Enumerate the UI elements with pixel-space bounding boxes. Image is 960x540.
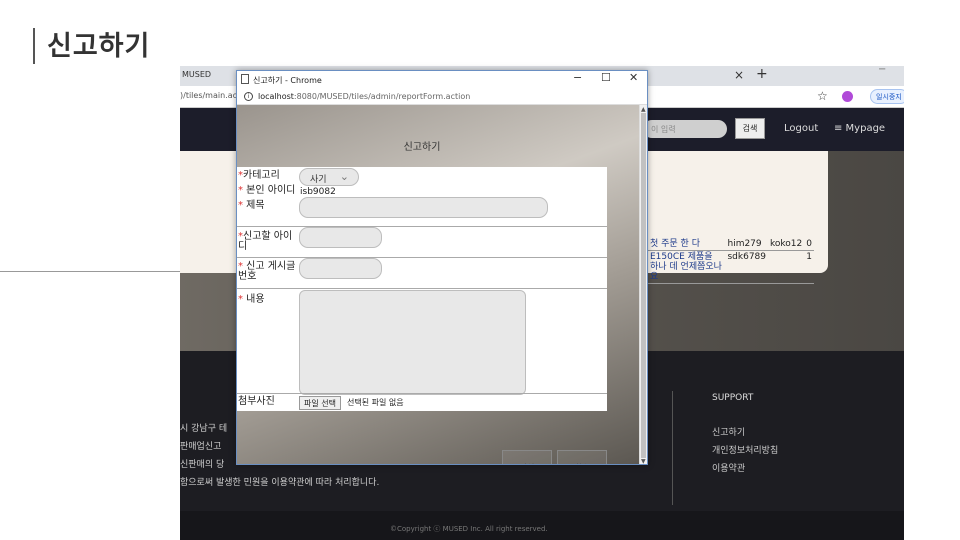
slide: 신고하기 MUSED × + − )/tiles/main.ac ☆ 일시중지 … bbox=[0, 0, 960, 540]
report-popup-window: 신고하기 - Chrome − ☐ ✕ i localhost:8080/MUS… bbox=[236, 70, 648, 465]
my-id-label-text: 본인 아이디 bbox=[243, 185, 296, 196]
table-cell-count: 0 bbox=[804, 238, 814, 251]
post-no-input[interactable] bbox=[299, 258, 382, 279]
form-row-target-id: *신고할 아이디 bbox=[237, 227, 607, 258]
content-textarea[interactable] bbox=[299, 290, 526, 395]
report-table: 첫 주문 한 다 him279 koko12 0 E150CE 제품을 하나 데… bbox=[648, 238, 814, 284]
file-select-button[interactable]: 파일 선택 bbox=[299, 396, 341, 410]
category-label-text: 카테고리 bbox=[243, 170, 280, 181]
popup-content: 신고하기 *카테고리 사기 ⌄ * 본인 아이디 isb9082 * 제목 *신 bbox=[237, 105, 639, 464]
extension-icon[interactable] bbox=[842, 91, 853, 102]
table-cell-user: him279 bbox=[725, 238, 769, 251]
file-status-text: 선택된 파일 없음 bbox=[347, 398, 404, 407]
site-search-input[interactable]: 이 입력 bbox=[643, 120, 727, 138]
info-icon[interactable]: i bbox=[244, 92, 253, 101]
content-label: * 내용 bbox=[238, 295, 265, 305]
cancel-button[interactable]: 취소 bbox=[557, 450, 607, 464]
bookmark-star-icon[interactable]: ☆ bbox=[817, 89, 828, 103]
table-cell-user: sdk6789 bbox=[725, 250, 769, 284]
paused-badge[interactable]: 일시중지 bbox=[870, 89, 904, 104]
scroll-up-icon[interactable]: ▲ bbox=[641, 106, 646, 113]
footer-address: 시 강남구 테 bbox=[180, 424, 228, 434]
footer-business: 판매업신고 bbox=[180, 442, 222, 452]
subject-label: * 제목 bbox=[238, 201, 265, 211]
slide-title: 신고하기 bbox=[47, 31, 151, 62]
subject-input[interactable] bbox=[299, 197, 548, 218]
popup-minimize-button[interactable]: − bbox=[573, 71, 582, 84]
footer-policy-text: 함으로써 발생한 민원을 이용약관에 따라 처리합니다. bbox=[180, 478, 380, 488]
popup-address-bar[interactable]: i localhost:8080/MUSED/tiles/admin/repor… bbox=[237, 89, 647, 105]
title-accent-bar bbox=[33, 28, 35, 64]
target-id-input[interactable] bbox=[299, 227, 382, 248]
popup-maximize-button[interactable]: ☐ bbox=[601, 71, 611, 84]
table-cell-target: koko12 bbox=[768, 238, 805, 251]
support-report-link[interactable]: 신고하기 bbox=[712, 425, 745, 438]
table-cell-count: 1 bbox=[804, 250, 814, 284]
category-select-value: 사기 bbox=[310, 175, 327, 185]
table-cell-title[interactable]: E150CE 제품을 하나 데 언제쯤오나요 bbox=[648, 250, 726, 284]
support-privacy-link[interactable]: 개인정보처리방침 bbox=[712, 443, 778, 456]
form-heading: 신고하기 bbox=[403, 142, 441, 153]
category-label: *카테고리 bbox=[238, 171, 280, 181]
form-row-post-no: * 신고 게시글번호 bbox=[237, 258, 607, 289]
table-cell-target bbox=[768, 250, 805, 284]
popup-window-title: 신고하기 - Chrome bbox=[253, 76, 322, 85]
popup-url[interactable]: localhost:8080/MUSED/tiles/admin/reportF… bbox=[258, 92, 470, 101]
popup-url-host: localhost bbox=[258, 92, 294, 101]
tab-close-icon[interactable]: × bbox=[734, 68, 744, 82]
post-no-label-text: 신고 게시글번호 bbox=[238, 261, 296, 282]
attachment-label: 첨부사진 bbox=[238, 396, 275, 407]
popup-titlebar[interactable]: 신고하기 - Chrome − ☐ ✕ bbox=[237, 71, 647, 89]
scroll-down-icon[interactable]: ▼ bbox=[641, 458, 646, 464]
category-select[interactable]: 사기 ⌄ bbox=[299, 168, 359, 186]
subject-label-text: 제목 bbox=[243, 200, 265, 211]
my-id-value: isb9082 bbox=[300, 187, 336, 197]
site-search-button[interactable]: 검색 bbox=[735, 118, 765, 139]
background-tab[interactable]: MUSED bbox=[180, 66, 213, 86]
target-id-label-text: 신고할 아이디 bbox=[238, 231, 293, 252]
background-url[interactable]: )/tiles/main.ac bbox=[180, 91, 237, 100]
logout-link[interactable]: Logout bbox=[784, 123, 818, 134]
table-row[interactable]: E150CE 제품을 하나 데 언제쯤오나요 sdk6789 1 bbox=[648, 250, 814, 284]
form-row-basic: *카테고리 사기 ⌄ * 본인 아이디 isb9082 * 제목 bbox=[237, 167, 607, 227]
support-terms-link[interactable]: 이용약관 bbox=[712, 461, 745, 474]
document-icon bbox=[241, 74, 249, 84]
content-label-text: 내용 bbox=[243, 294, 265, 305]
mypage-link[interactable]: ≡ Mypage bbox=[834, 123, 885, 134]
minimize-icon[interactable]: − bbox=[878, 66, 886, 75]
new-tab-icon[interactable]: + bbox=[756, 66, 768, 82]
support-heading: SUPPORT bbox=[712, 393, 754, 403]
target-id-label: *신고할 아이디 bbox=[238, 232, 300, 252]
copyright-bar: ©Copyright ⓒ MUSED Inc. All right reserv… bbox=[180, 511, 904, 540]
form-row-attachment: 첨부사진 파일 선택 선택된 파일 없음 bbox=[237, 393, 607, 411]
popup-close-button[interactable]: ✕ bbox=[629, 71, 638, 84]
table-row[interactable]: 첫 주문 한 다 him279 koko12 0 bbox=[648, 238, 814, 251]
popup-url-path: :8080/MUSED/tiles/admin/reportForm.actio… bbox=[293, 92, 471, 101]
copyright-text: ©Copyright ⓒ MUSED Inc. All right reserv… bbox=[390, 525, 548, 533]
left-divider bbox=[0, 271, 182, 272]
my-id-label: * 본인 아이디 bbox=[238, 186, 295, 196]
post-no-label: * 신고 게시글번호 bbox=[238, 262, 300, 282]
popup-scrollbar[interactable]: ▲ ▼ bbox=[639, 105, 647, 464]
scroll-thumb[interactable] bbox=[641, 113, 646, 458]
table-cell-title[interactable]: 첫 주문 한 다 bbox=[648, 238, 726, 251]
report-form: *카테고리 사기 ⌄ * 본인 아이디 isb9082 * 제목 *신고할 아이… bbox=[237, 167, 607, 411]
submit-button[interactable]: 작성 bbox=[502, 450, 552, 464]
footer-divider bbox=[672, 391, 673, 505]
chevron-down-icon: ⌄ bbox=[339, 170, 349, 183]
footer-notice: 신판매의 당 bbox=[180, 460, 225, 470]
